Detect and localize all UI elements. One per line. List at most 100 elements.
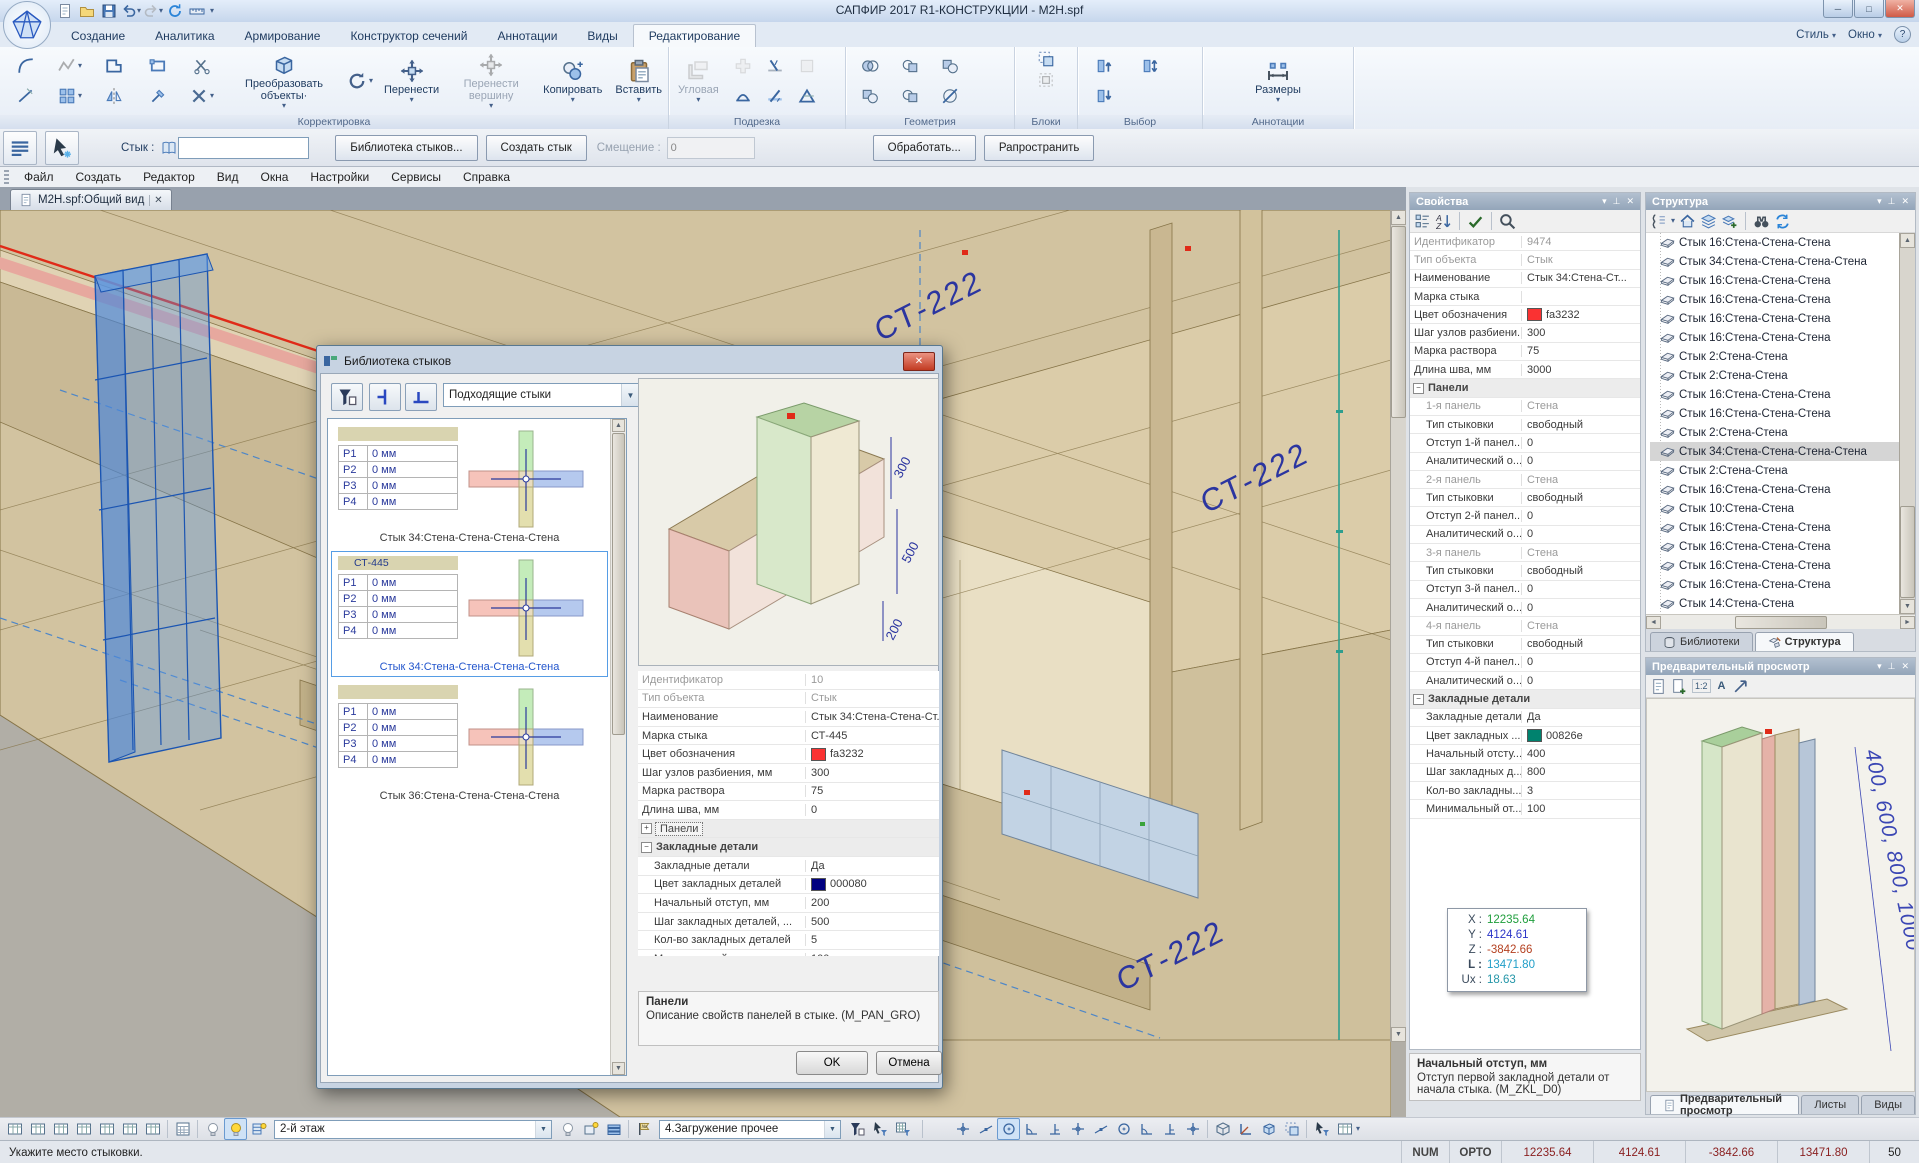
scroll-down-icon[interactable]: ▼ [612,1062,625,1075]
property-row[interactable]: НаименованиеСтык 34:Стена-Стена-Ст... [638,708,939,727]
eyedropper-icon[interactable] [136,81,180,111]
tab-close-icon[interactable]: ✕ [149,195,162,206]
process-button[interactable]: Обработать... [873,135,976,161]
panel-menu-icon[interactable]: ▾ [1877,196,1882,207]
home-icon[interactable] [1679,213,1696,230]
property-value[interactable]: 3 [1522,785,1533,797]
ok-button[interactable]: OK [796,1051,868,1075]
property-row[interactable]: Идентификатор9474 [1410,233,1640,251]
tree-item[interactable]: Стык 16:Стена-Стена-Стена [1650,480,1915,499]
snap-ortho-icon[interactable] [1158,1118,1181,1140]
loadcase-select[interactable]: 4.Загружение прочее ▼ [659,1120,841,1139]
report-icon-4[interactable] [72,1118,95,1140]
joint-type-horizontal-icon[interactable] [405,383,437,411]
move-vertex-button[interactable]: Перенести вершину▾ [447,50,535,113]
snap-nearest-icon[interactable] [1135,1118,1158,1140]
dialog-close-button[interactable]: ✕ [903,352,935,371]
tree-item[interactable]: Стык 16:Стена-Стена-Стена [1650,290,1915,309]
property-row[interactable]: Цвет обозначенияfa3232 [1410,306,1640,324]
help-icon[interactable]: ? [1894,26,1911,43]
tab-3[interactable]: Виды [1861,1095,1915,1114]
tree-filter-icon[interactable] [1650,213,1667,230]
fit-view-icon[interactable] [1732,678,1749,695]
property-value[interactable]: 800 [1522,766,1545,778]
report-icon-5[interactable] [95,1118,118,1140]
move-button[interactable]: Перенести▾ [379,56,444,107]
close-button[interactable]: ✕ [1885,0,1915,18]
snap-midpoint-icon[interactable] [974,1118,997,1140]
style-menu[interactable]: Стиль ▾ [1796,29,1836,41]
property-row[interactable]: +Панели [638,820,939,839]
dimensions-button[interactable]: Размеры▾ [1250,56,1306,107]
az-sort-icon[interactable]: AZ [1435,213,1452,230]
toolbar-more-icon[interactable]: ▾ [1356,1125,1360,1133]
property-row[interactable]: Отступ 3-й панел...0 [1410,581,1640,599]
tree-item[interactable]: Стык 2:Стена-Стена [1650,347,1915,366]
tree-item[interactable]: Стык 16:Стена-Стена-Стена [1650,309,1915,328]
property-row[interactable]: Идентификатор10 [638,671,939,690]
corner-trim-button[interactable]: Угловая▾ [673,56,724,107]
property-row[interactable]: Минимальный отступ, мм100 [638,950,939,956]
copy-button[interactable]: Копировать▾ [538,56,607,107]
boolean-subtract-icon[interactable] [930,51,970,81]
property-value[interactable]: Стык [806,692,837,704]
property-value[interactable]: Стена [1522,400,1558,412]
arc-tool-icon[interactable] [4,51,48,81]
property-value[interactable]: Стена [1522,474,1558,486]
selection-filter-icon[interactable] [1310,1118,1333,1140]
panel-close-icon[interactable]: ✕ [1901,196,1909,207]
offset-contour-icon[interactable] [92,51,136,81]
tree-item[interactable]: Стык 10:Стена-Стена [1650,499,1915,518]
property-value[interactable]: 0 [1522,602,1533,614]
property-row[interactable]: 2-я панельСтена [1410,471,1640,489]
property-row[interactable]: Аналитический о...0 [1410,599,1640,617]
tab-1[interactable]: Библиотеки [1650,632,1753,651]
select-level-updown-icon[interactable] [1128,51,1174,81]
menu-item[interactable]: Настройки [299,170,380,184]
scroll-thumb[interactable] [1735,616,1827,629]
property-row[interactable]: Отступ 4-й панел...0 [1410,654,1640,672]
property-value[interactable]: 0 [1522,437,1533,449]
object-light-icon[interactable] [579,1118,602,1140]
property-row[interactable]: Начальный отсту...400 [1410,745,1640,763]
property-row[interactable]: НаименованиеСтык 34:Стена-Ст... [1410,270,1640,288]
property-value[interactable]: 200 [806,897,829,909]
property-value[interactable]: 3000 [1522,364,1551,376]
property-row[interactable]: Марка раствора75 [1410,343,1640,361]
loadcase-icon[interactable]: № [632,1118,655,1140]
snap-intersection-icon[interactable] [1066,1118,1089,1140]
shaded-view-icon[interactable] [1257,1118,1280,1140]
font-icon[interactable]: A [1715,680,1729,692]
property-row[interactable]: 1-я панельСтена [1410,398,1640,416]
property-row[interactable]: Шаг закладных деталей, ...500 [638,913,939,932]
scroll-thumb[interactable] [612,433,625,735]
property-row[interactable]: Тип стыковкисвободный [1410,562,1640,580]
scissors-icon[interactable] [180,51,224,81]
block-view-icon[interactable] [1280,1118,1303,1140]
property-value[interactable]: 500 [806,916,829,928]
app-logo-icon[interactable] [3,1,51,49]
property-row[interactable]: Кол-во закладных деталей5 [638,931,939,950]
joint-preview-3d[interactable]: 400, 600, 800, 1000 [1646,698,1915,1092]
tree-horizontal-scrollbar[interactable]: ◄ ► [1646,614,1915,629]
ribbon-tab[interactable]: Аннотации [482,25,572,47]
property-row[interactable]: Марка стыкаСТ-445 [638,727,939,746]
lamp-on-icon[interactable] [224,1118,247,1140]
snap-tangent-icon[interactable] [1112,1118,1135,1140]
scale-icon[interactable]: 1:2 [1692,679,1711,693]
boolean-intersect-icon[interactable] [890,51,930,81]
menu-item[interactable]: Справка [452,170,521,184]
menu-item[interactable]: Вид [206,170,250,184]
property-value[interactable]: Стык 34:Стена-Ст... [1522,272,1627,284]
add-layer-icon[interactable] [1721,213,1738,230]
tree-item[interactable]: Стык 2:Стена-Стена [1650,423,1915,442]
group-block-icon[interactable] [1036,49,1056,69]
boolean-cut-icon[interactable] [930,81,970,111]
scroll-up-icon[interactable]: ▲ [612,419,625,432]
property-value[interactable]: 0 [1522,583,1533,595]
tree-item[interactable]: Стык 16:Стена-Стена-Стена [1650,537,1915,556]
property-row[interactable]: 4-я панельСтена [1410,617,1640,635]
panel-close-icon[interactable]: ✕ [1901,661,1909,672]
joint-input[interactable] [178,137,309,159]
joint-list-item[interactable]: P10 ммP20 ммP30 ммP40 ммСтык 36:Стена-Ст… [331,680,608,806]
